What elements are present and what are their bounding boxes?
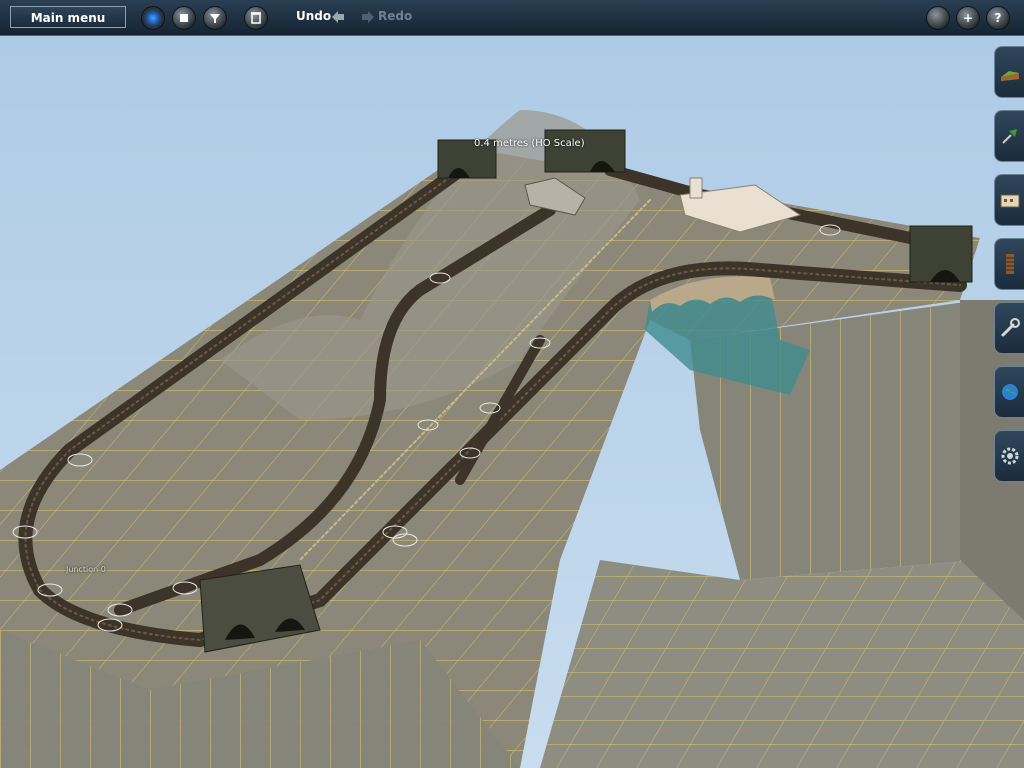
tab-tools[interactable] (994, 302, 1024, 354)
filter-icon (210, 14, 220, 23)
tunnel-portal-top-right (544, 129, 626, 173)
help-button[interactable]: ? (986, 6, 1010, 30)
stop-icon (180, 14, 188, 22)
top-toolbar: Main menu Undo Redo + ? (0, 0, 1024, 36)
wrench-icon (1001, 318, 1020, 337)
tab-settings[interactable] (994, 430, 1024, 482)
undo-arrow-icon[interactable] (330, 9, 346, 25)
tab-terrain[interactable] (994, 46, 1024, 98)
undo-button[interactable]: Undo (296, 9, 331, 23)
main-menu-button[interactable]: Main menu (10, 6, 126, 28)
objects-icon (1000, 194, 1020, 208)
junction-label: Junction 0 (66, 565, 106, 574)
terrain-tool-icon (1001, 71, 1019, 81)
filter-button[interactable] (203, 6, 227, 30)
pit-floor (540, 560, 1024, 768)
tunnel-portal-right (909, 225, 973, 283)
camera-button[interactable] (926, 6, 950, 30)
trash-icon (251, 12, 261, 24)
redo-button[interactable]: Redo (378, 9, 412, 23)
track-tool-icon (1006, 254, 1014, 274)
help-icon: ? (994, 11, 1002, 25)
tab-track[interactable] (994, 238, 1024, 290)
redo-arrow-icon[interactable] (360, 9, 376, 25)
settings-cog-icon (1001, 447, 1019, 465)
scale-readout: 0.4 metres (HO Scale) (474, 138, 585, 149)
stop-button[interactable] (172, 6, 196, 30)
plus-icon: + (962, 11, 974, 25)
globe-icon (1002, 384, 1018, 400)
tab-environment[interactable] (994, 366, 1024, 418)
tab-objects[interactable] (994, 174, 1024, 226)
delete-button[interactable] (244, 6, 268, 30)
add-button[interactable]: + (956, 6, 980, 30)
tool-mode-blue-button[interactable] (141, 6, 165, 30)
tab-paint[interactable] (994, 110, 1024, 162)
paint-tree-icon (1002, 129, 1017, 144)
